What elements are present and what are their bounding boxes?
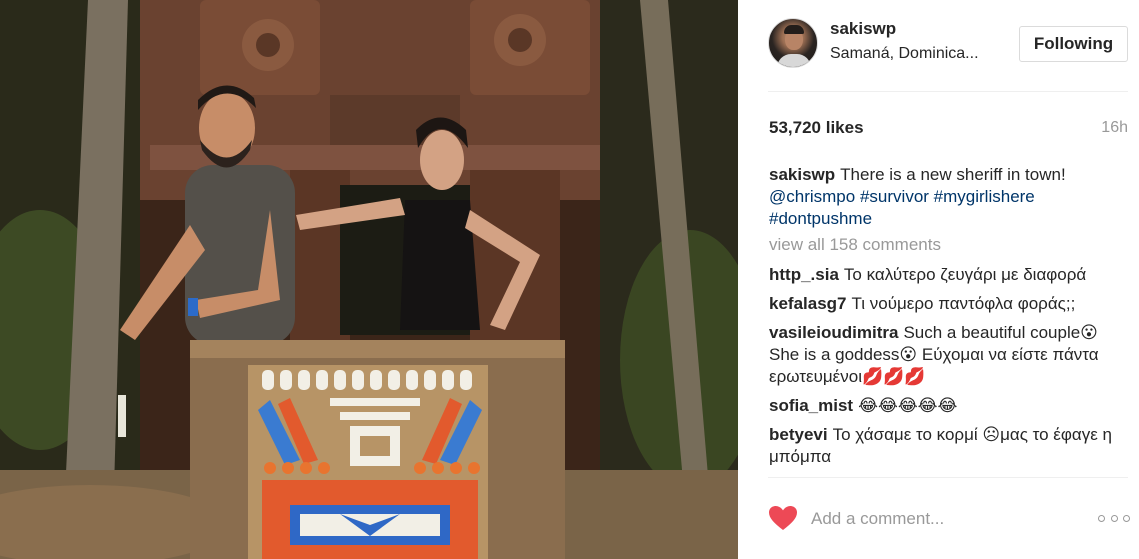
caption-username[interactable]: sakiswp — [769, 165, 835, 184]
view-all-comments-link[interactable]: view all 158 comments — [769, 235, 1129, 255]
caption-text: There is a new sheriff in town! — [840, 165, 1066, 184]
avatar[interactable] — [768, 18, 818, 68]
more-dot — [1110, 515, 1118, 522]
hashtag-link[interactable]: #survivor — [860, 187, 929, 206]
post-location[interactable]: Samaná, Dominica... — [830, 45, 979, 63]
comment-username[interactable]: betyevi — [769, 425, 828, 444]
more-dot — [1098, 515, 1105, 522]
comment: http_.sia Το καλύτερο ζευγάρι με διαφορά — [769, 264, 1129, 286]
post-sidebar: sakiswp Samaná, Dominica... Following 53… — [738, 0, 1139, 559]
comments-list: sakiswp There is a new sheriff in town! @… — [769, 164, 1129, 474]
post-time[interactable]: 16h — [1101, 119, 1128, 137]
more-options-icon[interactable] — [1098, 515, 1130, 523]
likes-row: 53,720 likes 16h — [768, 117, 1128, 139]
hashtag-link[interactable]: @chrismpo — [769, 187, 855, 206]
hashtag-link[interactable]: #mygirlishere — [934, 187, 1035, 206]
post-photo[interactable] — [0, 0, 738, 559]
comment: sofia_mist 😂😂😂😂😂 — [769, 395, 1129, 417]
comment: betyevi Το χάσαμε το κορμί ☹μας το έφαγε … — [769, 424, 1129, 468]
caption: sakiswp There is a new sheriff in town! @… — [769, 164, 1129, 230]
avatar-shirt — [777, 54, 811, 67]
post-username[interactable]: sakiswp — [830, 19, 896, 39]
more-dot — [1123, 515, 1130, 522]
comment-text: 😂😂😂😂😂 — [858, 396, 958, 415]
comments-divider — [768, 477, 1128, 478]
comment-username[interactable]: http_.sia — [769, 265, 839, 284]
comment: kefalasg7 Τι νούμερο παντόφλα φοράς;; — [769, 293, 1129, 315]
comment-text: Τι νούμερο παντόφλα φοράς;; — [851, 294, 1076, 313]
avatar-hair — [784, 25, 804, 34]
hashtag-link[interactable]: #dontpushme — [769, 209, 872, 228]
header-divider — [768, 91, 1128, 92]
photo-illustration — [0, 0, 738, 559]
comment: vasileioudimitra Such a beautiful couple😮… — [769, 322, 1129, 388]
comment-text: Το καλύτερο ζευγάρι με διαφορά — [843, 265, 1087, 284]
heart-icon[interactable] — [768, 505, 798, 531]
following-button[interactable]: Following — [1019, 26, 1128, 62]
post-header: sakiswp Samaná, Dominica... Following — [768, 16, 1128, 72]
comment-username[interactable]: sofia_mist — [769, 396, 853, 415]
add-comment-input[interactable] — [811, 507, 1081, 531]
add-comment-row — [768, 503, 1130, 535]
comment-username[interactable]: vasileioudimitra — [769, 323, 898, 342]
likes-count[interactable]: 53,720 likes — [769, 118, 864, 138]
comment-username[interactable]: kefalasg7 — [769, 294, 847, 313]
